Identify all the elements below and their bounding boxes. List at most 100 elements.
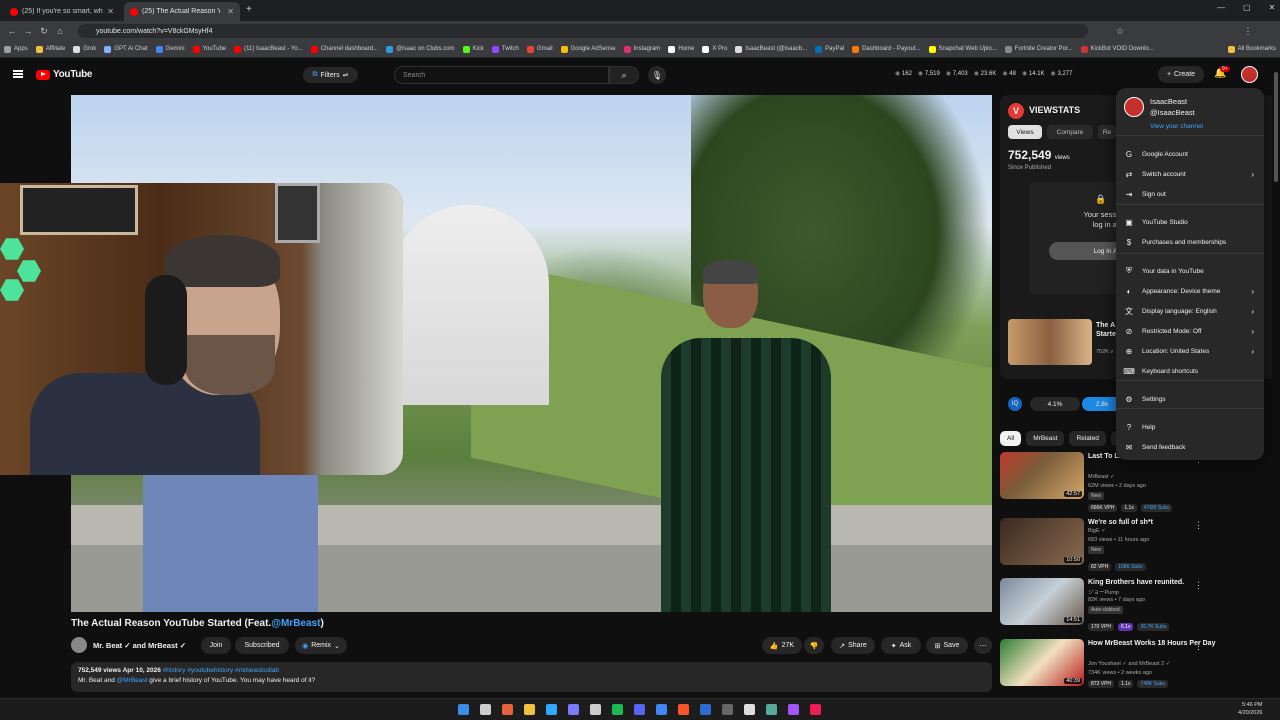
menu-item-sign-out[interactable]: ⇥ Sign out — [1116, 185, 1264, 203]
hashtags[interactable]: #history #youtubehistory #mrbeastcollab — [163, 667, 279, 674]
bookmark-item[interactable]: YouTube — [189, 45, 231, 53]
recommendation-item[interactable]: 42:57Last To L... Wins $250,000MrBeast ✓… — [1000, 452, 1275, 512]
voice-search-button[interactable]: 🎙 — [648, 66, 666, 84]
save-button[interactable]: ⊞ Save — [926, 637, 968, 654]
hamburger-menu-icon[interactable] — [13, 70, 23, 72]
rec-more-icon[interactable]: ⋮ — [1194, 580, 1203, 591]
app-icon[interactable] — [700, 704, 711, 715]
rec-thumbnail[interactable]: 14:51 — [1000, 578, 1084, 625]
share-button[interactable]: ↗ Share — [831, 637, 875, 654]
filters-button[interactable]: ⧉ Filters ⇌ — [303, 67, 358, 83]
menu-item-settings[interactable]: ⚙ Settings — [1116, 390, 1264, 408]
bookmark-item[interactable]: (11) IsaacBeast - Yo... — [230, 45, 307, 53]
rec-thumbnail[interactable]: 42:57 — [1000, 452, 1084, 499]
viewstats-tab-compare[interactable]: Compare — [1047, 125, 1093, 139]
back-icon[interactable]: ← — [4, 26, 20, 36]
rec-channel[interactable]: BigE ✓ — [1088, 528, 1106, 534]
menu-item-location[interactable]: ⊕ Location: United States › — [1116, 342, 1264, 360]
create-button[interactable]: + Create — [1158, 66, 1204, 83]
youtube-logo[interactable]: YouTube — [36, 69, 93, 80]
home-icon[interactable]: ⌂ — [52, 26, 68, 36]
menu-item-youtube-studio[interactable]: ▣ YouTube Studio — [1116, 213, 1264, 231]
start-icon[interactable] — [458, 704, 469, 715]
menu-item-your-data-in-youtube[interactable]: ⛨ Your data in YouTube — [1116, 262, 1264, 280]
desc-mention-link[interactable]: @MrBeast — [117, 677, 148, 684]
maximize-icon[interactable]: ▢ — [1243, 3, 1251, 12]
bookmark-item[interactable]: Grok — [69, 45, 100, 53]
close-tab-icon[interactable]: ✕ — [227, 7, 234, 16]
description-box[interactable]: 752,549 views Apr 10, 2026 #history #you… — [71, 662, 992, 692]
account-avatar[interactable] — [1241, 66, 1258, 83]
reload-icon[interactable]: ↻ — [36, 26, 52, 37]
bookmark-item[interactable]: All Bookmarks — [1224, 45, 1280, 53]
rec-channel[interactable]: Jon Youshaei ✓ and MrBeast 2 ✓ — [1088, 661, 1170, 667]
capcut-icon[interactable] — [590, 704, 601, 715]
brave-icon[interactable] — [678, 704, 689, 715]
bookmark-item[interactable]: X Pro — [698, 45, 731, 53]
menu-item-purchases-and-memberships[interactable]: $ Purchases and memberships — [1116, 233, 1264, 251]
photoshop-icon[interactable] — [546, 704, 557, 715]
channel-name[interactable]: Mr. Beat ✓ and MrBeast ✓ — [93, 641, 186, 650]
discord-icon[interactable] — [634, 704, 645, 715]
bookmark-item[interactable]: GPT Ai Chat — [100, 45, 151, 53]
bookmark-item[interactable]: Home — [664, 45, 698, 53]
rec-title[interactable]: We're so full of sh*t — [1088, 518, 1233, 527]
menu-item-google-account[interactable]: G Google Account — [1116, 145, 1264, 163]
chip-all[interactable]: All — [1000, 431, 1022, 446]
bookmark-item[interactable]: PayPal — [811, 45, 848, 53]
dislike-button[interactable]: 👎 — [804, 637, 824, 654]
bookmark-item[interactable]: Instagram — [620, 45, 665, 53]
minimize-icon[interactable]: — — [1217, 3, 1225, 12]
spotify-icon[interactable] — [612, 704, 623, 715]
more-actions-button[interactable]: ⋯ — [974, 637, 992, 654]
app-icon[interactable] — [744, 704, 755, 715]
chrome-icon[interactable] — [656, 704, 667, 715]
bookmark-item[interactable]: Kick — [459, 45, 488, 53]
menu-item-send-feedback[interactable]: ✉ Send feedback — [1116, 438, 1264, 456]
app-icon[interactable] — [722, 704, 733, 715]
url-input[interactable]: youtube.com/watch?v=V8ckGMsyHf4 — [78, 24, 1088, 38]
rec-title[interactable]: How MrBeast Works 18 Hours Per Day — [1088, 639, 1233, 648]
subscribed-button[interactable]: Subscribed — [235, 637, 289, 654]
bookmark-item[interactable]: @isaac on Clubs.com — [382, 45, 458, 53]
chip-mrbeast[interactable]: MrBeast — [1026, 431, 1065, 446]
file-explorer-icon[interactable] — [524, 704, 535, 715]
rec-channel[interactable]: ジョーPump — [1088, 588, 1119, 596]
bookmark-item[interactable]: Fortnite Creator Por... — [1001, 45, 1077, 53]
menu-item-restricted-mode[interactable]: ⊘ Restricted Mode: Off › — [1116, 322, 1264, 340]
related-video-title[interactable]: The A Starte — [1096, 321, 1116, 339]
chip-related[interactable]: Related — [1069, 431, 1106, 446]
rec-title[interactable]: King Brothers have reunited. — [1088, 578, 1233, 587]
search-icon[interactable] — [480, 704, 491, 715]
page-scrollbar[interactable] — [1272, 60, 1280, 698]
bookmark-item[interactable]: Twitch — [488, 45, 523, 53]
browser-tab-2[interactable]: (25) The Actual Reason YouTube ✕ — [124, 2, 240, 21]
tiktok-icon[interactable] — [810, 704, 821, 715]
bookmark-item[interactable]: Google AdSense — [557, 45, 620, 53]
bookmark-star-icon[interactable]: ☆ — [1112, 26, 1128, 37]
viewstats-tab-more[interactable]: Re — [1098, 125, 1116, 139]
join-button[interactable]: Join — [201, 637, 231, 654]
premiere-icon[interactable] — [568, 704, 579, 715]
related-video-thumbnail[interactable] — [1008, 319, 1092, 365]
bookmark-item[interactable]: Dashboard - Payout... — [848, 45, 924, 53]
forward-icon[interactable]: → — [20, 26, 36, 36]
recommendation-item[interactable]: 14:51 King Brothers have reunited. ジョーPump… — [1000, 578, 1275, 634]
menu-item-switch-account[interactable]: ⇄ Switch account › — [1116, 165, 1264, 183]
rec-thumbnail[interactable]: 10:50 — [1000, 518, 1084, 565]
rec-thumbnail[interactable]: 40:39 — [1000, 639, 1084, 686]
bookmark-item[interactable]: Channel dashboard... — [307, 45, 382, 53]
recommendation-item[interactable]: 40:39 How MrBeast Works 18 Hours Per Day J… — [1000, 639, 1275, 695]
rec-more-icon[interactable]: ⋮ — [1194, 520, 1203, 531]
recommendation-item[interactable]: 10:50 We're so full of sh*t BigE ✓ 683 view… — [1000, 518, 1275, 574]
rec-channel[interactable]: MrBeast ✓ — [1088, 474, 1115, 480]
bookmark-item[interactable]: Affiliate — [32, 45, 70, 53]
menu-item-appearance[interactable]: ◐ Appearance: Device theme › — [1116, 282, 1264, 300]
scrollbar-thumb[interactable] — [1274, 72, 1278, 182]
bookmark-item[interactable]: Snapchat Web Uplo... — [925, 45, 1001, 53]
close-tab-icon[interactable]: ✕ — [107, 7, 114, 16]
new-tab-icon[interactable]: + — [246, 4, 252, 15]
remix-button[interactable]: ◉ Remix ⌄ — [295, 637, 347, 654]
bookmark-item[interactable]: Gemini — [152, 45, 189, 53]
menu-item-display-language[interactable]: 文 Display language: English › — [1116, 302, 1264, 320]
